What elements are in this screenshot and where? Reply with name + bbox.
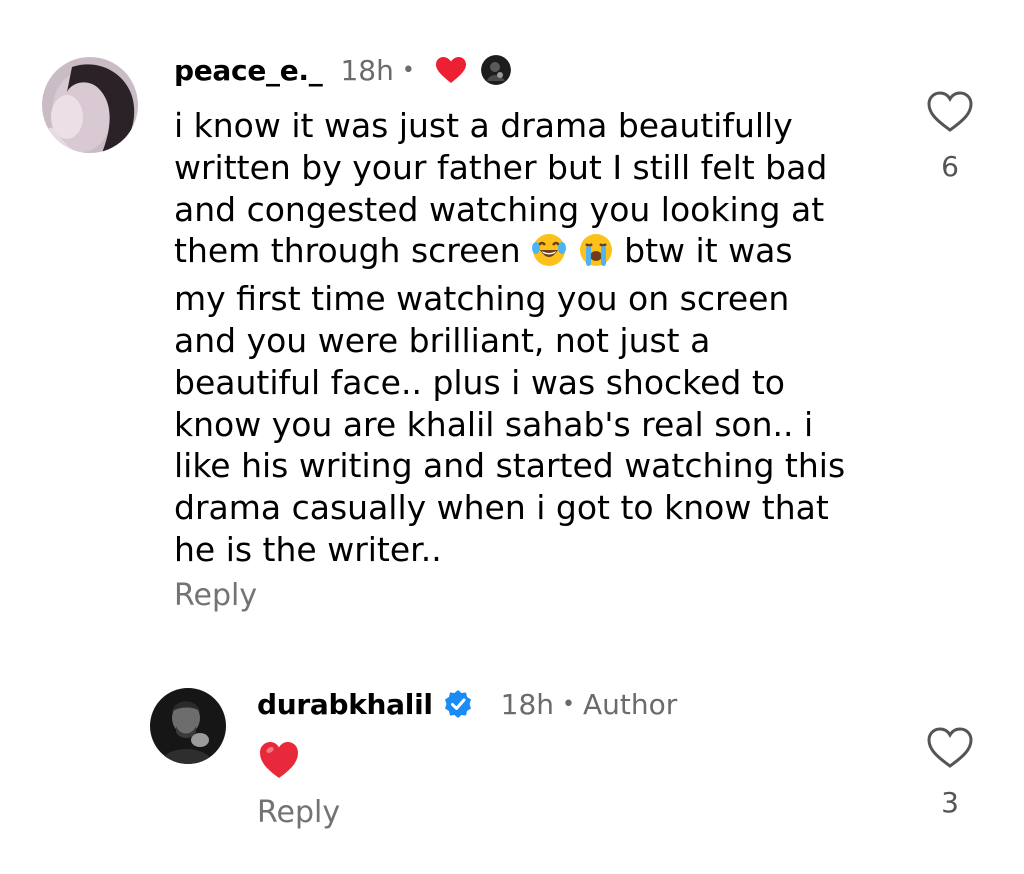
comment-text: i̇ know it was just a drama beautifully …	[174, 105, 894, 571]
comment-text-line: and you were brilliant, not just a	[174, 320, 711, 360]
comment-text-line: i̇ know it was just a drama beautifully	[174, 106, 793, 145]
reply-button[interactable]: Reply	[174, 578, 257, 613]
creator-mini-avatar	[480, 55, 511, 85]
comment-text-line: know you are khalil sahab's real son.. i	[174, 404, 814, 444]
verified-badge-icon	[443, 689, 473, 719]
comment-text-line: written by your father but I still felt …	[174, 147, 828, 187]
comment-text-segment: btw it was	[624, 231, 793, 271]
like-button[interactable]	[926, 726, 974, 770]
heart-outline-icon	[927, 727, 973, 768]
loudly-crying-face-icon	[578, 232, 614, 278]
comment-text-segment: them through screen	[174, 231, 521, 271]
face-with-tears-of-joy-icon	[531, 232, 567, 278]
heart-outline-icon	[927, 91, 973, 132]
comment-text-line: beautiful face.. plus i was shocked to	[174, 362, 785, 402]
comment-text-line: like his writing and started watching th…	[174, 446, 846, 486]
comment-text-line: drama casually when i got to know that	[174, 488, 829, 528]
username[interactable]: durabkhalil	[257, 688, 433, 721]
comment-text-line: he is the writer..	[174, 529, 442, 569]
red-heart-icon	[435, 56, 467, 84]
user-avatar-image	[42, 57, 138, 153]
avatar[interactable]	[42, 57, 138, 153]
like-count: 3	[941, 786, 959, 819]
comment-text-line: them through screen btw it was	[174, 230, 894, 278]
avatar[interactable]	[150, 688, 226, 764]
separator-dot: •	[401, 57, 415, 83]
timestamp: 18h	[340, 53, 394, 87]
reply-button[interactable]: Reply	[257, 795, 340, 830]
like-count: 6	[941, 150, 959, 183]
username[interactable]: peace_e._	[174, 54, 323, 87]
comment-header: peace_e._ 18h •	[174, 50, 511, 90]
separator-dot: •	[562, 691, 576, 717]
user-avatar-image	[150, 688, 226, 764]
like-button[interactable]	[926, 90, 974, 134]
red-heart-emoji	[258, 740, 300, 780]
author-label: Author	[583, 687, 678, 721]
comment-header: durabkhalil 18h • Author	[257, 684, 677, 724]
comment-text-line: my first time watching you on screen	[174, 279, 790, 319]
comment-text-line: and congested watching you looking at	[174, 189, 825, 229]
timestamp: 18h	[500, 687, 555, 721]
